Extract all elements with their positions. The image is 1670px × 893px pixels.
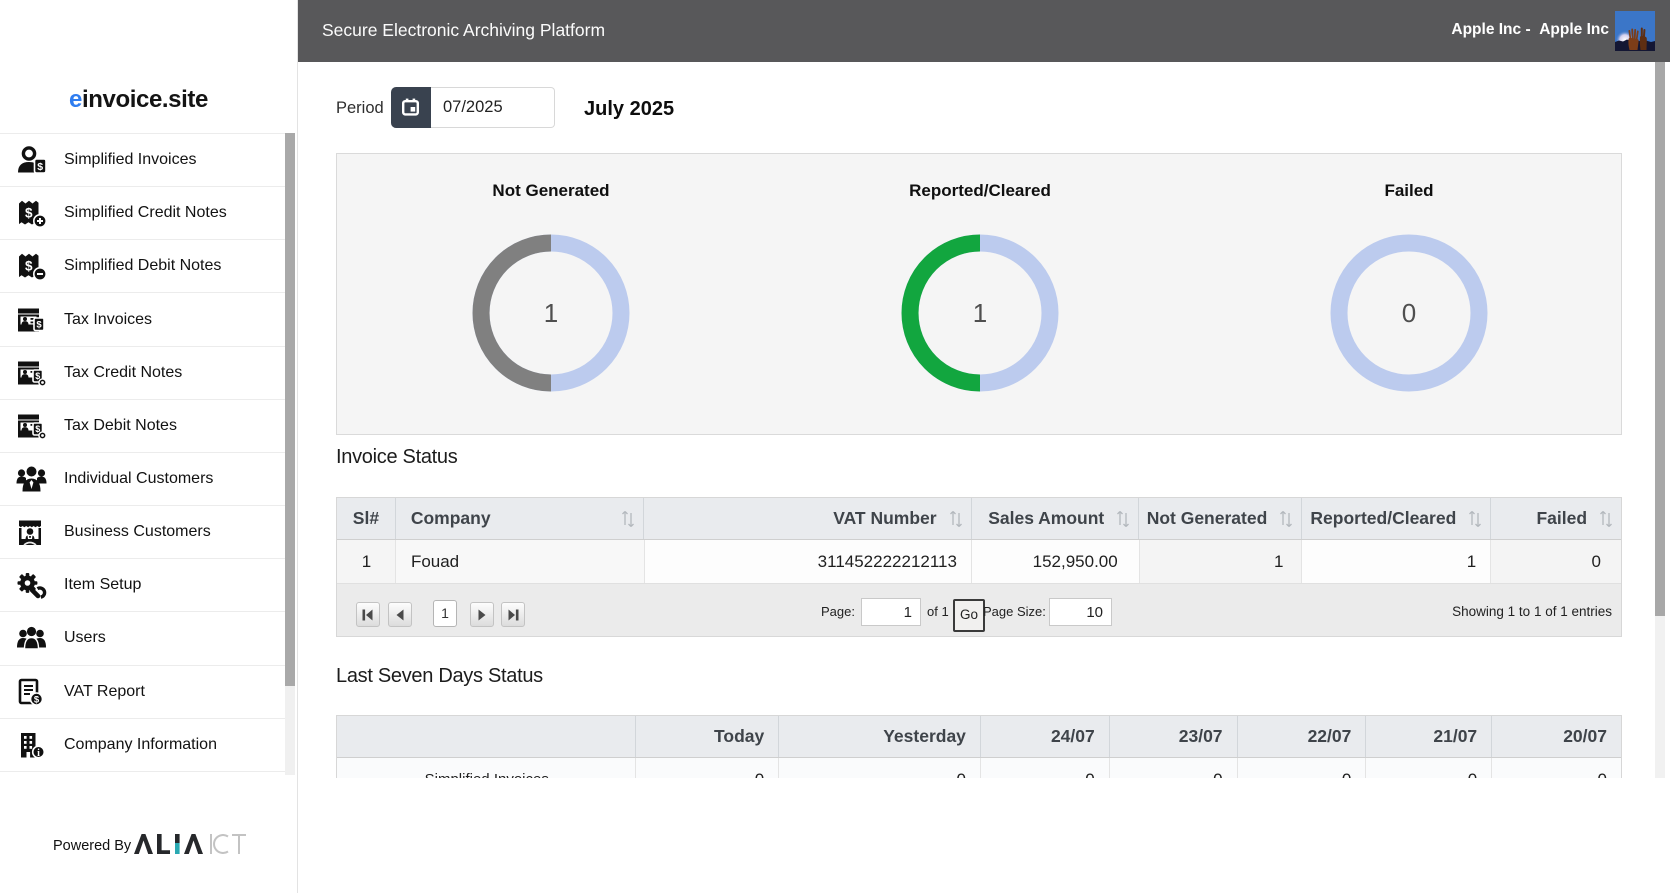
svg-text:$: $ bbox=[25, 259, 33, 274]
svg-text:$: $ bbox=[25, 206, 33, 221]
svg-text:$: $ bbox=[36, 319, 42, 330]
svg-text:$: $ bbox=[37, 161, 43, 173]
svg-text:i: i bbox=[37, 748, 40, 759]
svg-text:1: 1 bbox=[973, 298, 987, 328]
svg-text:0: 0 bbox=[1402, 298, 1416, 328]
svg-text:1: 1 bbox=[544, 298, 558, 328]
svg-text:$: $ bbox=[34, 694, 40, 705]
